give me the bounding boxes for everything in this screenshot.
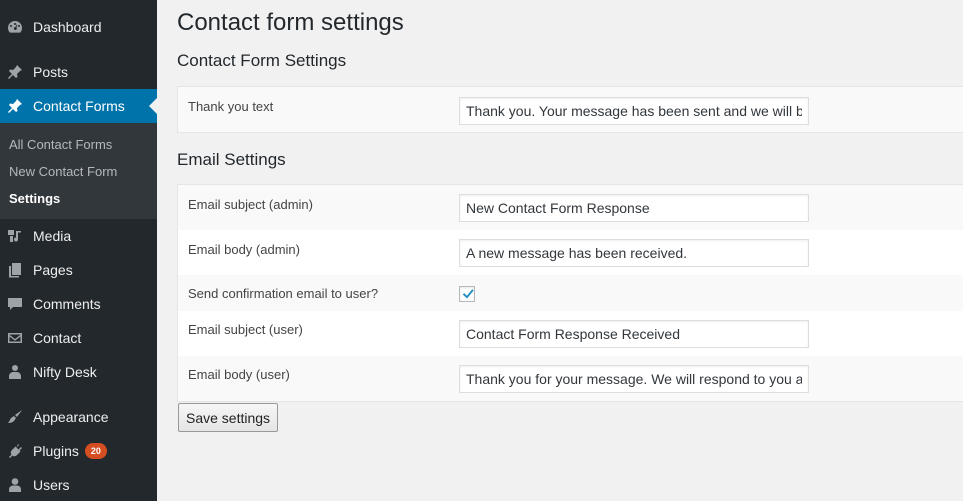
pages-icon bbox=[7, 262, 23, 278]
submenu-settings[interactable]: Settings bbox=[9, 191, 60, 206]
email-subject-admin-label: Email subject (admin) bbox=[188, 197, 313, 212]
pin-icon bbox=[7, 64, 23, 80]
admin-sidebar: Dashboard Posts Contact Forms All Contac… bbox=[0, 0, 157, 501]
plug-icon bbox=[7, 443, 23, 459]
sidebar-item-label: Plugins bbox=[33, 443, 79, 459]
contact-forms-submenu: All Contact Forms New Contact Form Setti… bbox=[0, 123, 157, 219]
submenu-all-contact-forms[interactable]: All Contact Forms bbox=[9, 137, 112, 152]
setting-row-thank-you: Thank you text bbox=[178, 87, 963, 132]
sidebar-item-label: Dashboard bbox=[33, 19, 102, 35]
media-icon bbox=[7, 228, 23, 244]
send-confirmation-checkbox[interactable] bbox=[459, 286, 475, 302]
person-tie-icon bbox=[7, 364, 23, 380]
sidebar-item-label: Contact bbox=[33, 330, 82, 346]
envelope-icon bbox=[7, 330, 23, 346]
active-menu-arrow bbox=[149, 98, 157, 114]
dashboard-icon bbox=[7, 19, 23, 35]
setting-row-send-confirmation: Send confirmation email to user? bbox=[178, 275, 963, 311]
sidebar-item-label: Pages bbox=[33, 262, 73, 278]
sidebar-item-label: Comments bbox=[33, 296, 101, 312]
setting-row-email-subject-user: Email subject (user) bbox=[178, 311, 963, 356]
sidebar-item-label: Appearance bbox=[33, 409, 109, 425]
setting-row-email-body-user: Email body (user) bbox=[178, 356, 963, 401]
sidebar-item-posts[interactable]: Posts bbox=[0, 55, 157, 89]
setting-row-email-body-admin: Email body (admin) bbox=[178, 230, 963, 275]
sidebar-item-plugins[interactable]: Plugins 20 bbox=[0, 434, 157, 468]
email-body-user-label: Email body (user) bbox=[188, 367, 290, 382]
wp-admin-page: Dashboard Posts Contact Forms All Contac… bbox=[0, 0, 963, 501]
sidebar-item-label: Contact Forms bbox=[33, 98, 125, 114]
submenu-new-contact-form[interactable]: New Contact Form bbox=[9, 164, 117, 179]
sidebar-item-appearance[interactable]: Appearance bbox=[0, 400, 157, 434]
sidebar-item-label: Posts bbox=[33, 64, 69, 80]
sidebar-item-contact[interactable]: Contact bbox=[0, 321, 157, 355]
contact-form-settings-table: Thank you text bbox=[177, 86, 963, 133]
save-settings-button[interactable]: Save settings bbox=[178, 403, 279, 432]
plugins-update-badge: 20 bbox=[84, 443, 107, 459]
send-confirmation-label: Send confirmation email to user? bbox=[188, 286, 379, 301]
email-subject-admin-input[interactable] bbox=[459, 194, 809, 222]
main-content: Contact form settings Contact Form Setti… bbox=[157, 0, 963, 501]
email-body-user-input[interactable] bbox=[459, 365, 809, 393]
sidebar-item-label: Media bbox=[33, 228, 72, 244]
thank-you-text-input[interactable] bbox=[459, 97, 809, 125]
comment-icon bbox=[7, 296, 23, 312]
sidebar-item-dashboard[interactable]: Dashboard bbox=[0, 10, 157, 44]
page-title: Contact form settings bbox=[177, 9, 404, 36]
email-settings-table: Email subject (admin) Email body (admin)… bbox=[177, 184, 963, 402]
email-subject-user-input[interactable] bbox=[459, 320, 809, 348]
sidebar-item-media[interactable]: Media bbox=[0, 219, 157, 253]
sidebar-item-pages[interactable]: Pages bbox=[0, 253, 157, 287]
user-icon bbox=[7, 477, 23, 493]
section-title-email-settings: Email Settings bbox=[177, 150, 286, 169]
email-body-admin-label: Email body (admin) bbox=[188, 242, 300, 257]
pin-icon bbox=[7, 98, 23, 114]
email-subject-user-label: Email subject (user) bbox=[188, 322, 303, 337]
email-body-admin-input[interactable] bbox=[459, 239, 809, 267]
setting-row-email-subject-admin: Email subject (admin) bbox=[178, 185, 963, 230]
sidebar-item-comments[interactable]: Comments bbox=[0, 287, 157, 321]
sidebar-item-contact-forms[interactable]: Contact Forms bbox=[0, 89, 157, 123]
sidebar-item-label: Users bbox=[33, 477, 70, 493]
paintbrush-icon bbox=[7, 409, 23, 425]
thank-you-text-label: Thank you text bbox=[188, 99, 274, 114]
sidebar-item-users[interactable]: Users bbox=[0, 468, 157, 501]
sidebar-item-nifty-desk[interactable]: Nifty Desk bbox=[0, 355, 157, 389]
checkmark-icon bbox=[462, 289, 474, 299]
section-title-contact-form: Contact Form Settings bbox=[177, 51, 347, 70]
sidebar-item-label: Nifty Desk bbox=[33, 364, 97, 380]
